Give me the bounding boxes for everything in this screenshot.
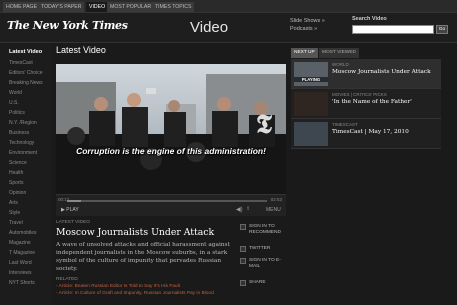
share-icon [240, 280, 246, 286]
sidebar-item-breaking-news[interactable]: Breaking News [9, 80, 43, 86]
tab-times-topics[interactable]: Times Topics [152, 2, 195, 12]
related-link[interactable]: - Article: Beaten Russian Editor Is Told… [56, 284, 180, 289]
video-description: A wave of unsolved attacks and official … [56, 242, 230, 272]
sidebar-item-health[interactable]: Health [9, 170, 23, 176]
right-tabs: Next Up Most Viewed [291, 48, 441, 58]
tab-most-popular[interactable]: Most Popular [107, 2, 155, 12]
share-icon[interactable]: ⇪ [246, 206, 250, 212]
sidebar-item-science[interactable]: Science [9, 160, 27, 166]
podcasts-link[interactable]: Podcasts » [290, 25, 325, 33]
item-title: TimesCast | May 17, 2010 [332, 129, 409, 135]
item-category: TimesCast [332, 122, 358, 127]
time-total: 02:53 [270, 197, 282, 202]
sidebar-item-editors-choice[interactable]: Editors' Choice [9, 70, 42, 76]
tab-video[interactable]: Video [86, 2, 109, 12]
video-headline: Moscow Journalists Under Attack [56, 227, 215, 238]
recommend-icon [240, 224, 246, 230]
sidebar-item-t-magazine[interactable]: T Magazine [9, 250, 35, 256]
sidebar-item-travel[interactable]: Travel [9, 220, 23, 226]
header-links: Slide Shows » Podcasts » [290, 17, 325, 33]
sidebar-item-ny-region[interactable]: N.Y. /Region [9, 120, 37, 126]
sidebar-item-environment[interactable]: Environment [9, 150, 37, 156]
sidebar-item-us[interactable]: U.S. [9, 100, 19, 106]
related-label: Related [56, 277, 78, 282]
list-item[interactable]: Movies | Critics' Picks 'In the Name of … [291, 89, 441, 119]
search-go-button[interactable]: Go [436, 25, 448, 34]
slide-shows-link[interactable]: Slide Shows » [290, 17, 325, 25]
video-thumbnail: PLAYING [294, 62, 328, 86]
section-sidebar: Latest Video TimesCast Editors' Choice B… [0, 44, 52, 305]
sidebar-item-technology[interactable]: Technology [9, 140, 34, 146]
top-nav: Home Page Today's Paper Video Most Popul… [0, 0, 457, 13]
search-input[interactable] [352, 25, 434, 34]
nyt-watermark: 𝕿 [256, 110, 272, 140]
next-up-list: PLAYING World Moscow Journalists Under A… [291, 59, 441, 149]
item-category: World [332, 62, 349, 67]
sidebar-item-interviews[interactable]: Interviews [9, 270, 32, 276]
video-frame [56, 64, 286, 194]
sidebar-item-sports[interactable]: Sports [9, 180, 23, 186]
video-thumbnail [294, 92, 328, 116]
nyt-logo[interactable]: The New York Times [7, 19, 128, 32]
playing-badge: PLAYING [294, 77, 328, 82]
page-title: Video [190, 19, 229, 36]
list-item[interactable]: TimesCast TimesCast | May 17, 2010 [291, 119, 441, 149]
sidebar-item-timescast[interactable]: TimesCast [9, 60, 33, 66]
sidebar-item-opinion[interactable]: Opinion [9, 190, 26, 196]
sidebar-item-politics[interactable]: Politics [9, 110, 25, 116]
sidebar-item-style[interactable]: Style [9, 210, 20, 216]
tab-home-page[interactable]: Home Page [3, 2, 41, 12]
sidebar-item-latest-video[interactable]: Latest Video [9, 49, 42, 55]
video-player[interactable]: Corruption is the engine of this adminis… [56, 64, 286, 194]
menu-button[interactable]: MENU [266, 207, 281, 213]
video-thumbnail [294, 122, 328, 146]
volume-icon[interactable]: ◀) [236, 206, 243, 213]
player-controls: 00:12 02:53 ▶ PLAY ◀) ⇪ MENU [56, 194, 286, 216]
related-link[interactable]: - Article: In Culture of Graft and Impun… [56, 291, 214, 296]
tab-todays-paper[interactable]: Today's Paper [38, 2, 85, 12]
list-item[interactable]: PLAYING World Moscow Journalists Under A… [291, 59, 441, 89]
play-button[interactable]: ▶ PLAY [61, 207, 79, 213]
sidebar-item-world[interactable]: World [9, 90, 22, 96]
tab-next-up[interactable]: Next Up [291, 48, 318, 58]
item-category: Movies | Critics' Picks [332, 92, 387, 97]
progress-bar[interactable] [67, 200, 267, 202]
progress-fill [67, 200, 81, 202]
email-icon [240, 258, 246, 264]
sidebar-item-last-word[interactable]: Last Word [9, 260, 32, 266]
sidebar-item-arts[interactable]: Arts [9, 200, 18, 206]
video-kicker: Latest Video [56, 220, 90, 225]
item-title: Moscow Journalists Under Attack [332, 69, 431, 75]
section-heading: Latest Video [56, 45, 106, 55]
twitter-icon [240, 246, 246, 252]
tab-most-viewed[interactable]: Most Viewed [319, 48, 360, 58]
video-subtitle: Corruption is the engine of this adminis… [76, 146, 266, 156]
sidebar-item-magazine[interactable]: Magazine [9, 240, 31, 246]
sidebar-item-business[interactable]: Business [9, 130, 29, 136]
sidebar-item-automobiles[interactable]: Automobiles [9, 230, 37, 236]
sidebar-item-nyt-shorts[interactable]: NYT Shorts [9, 280, 35, 286]
page-header: The New York Times Video Slide Shows » P… [0, 13, 457, 43]
item-title: 'In the Name of the Father' [332, 99, 412, 105]
play-label: PLAY [66, 207, 79, 213]
search-label: Search Video [352, 16, 387, 22]
